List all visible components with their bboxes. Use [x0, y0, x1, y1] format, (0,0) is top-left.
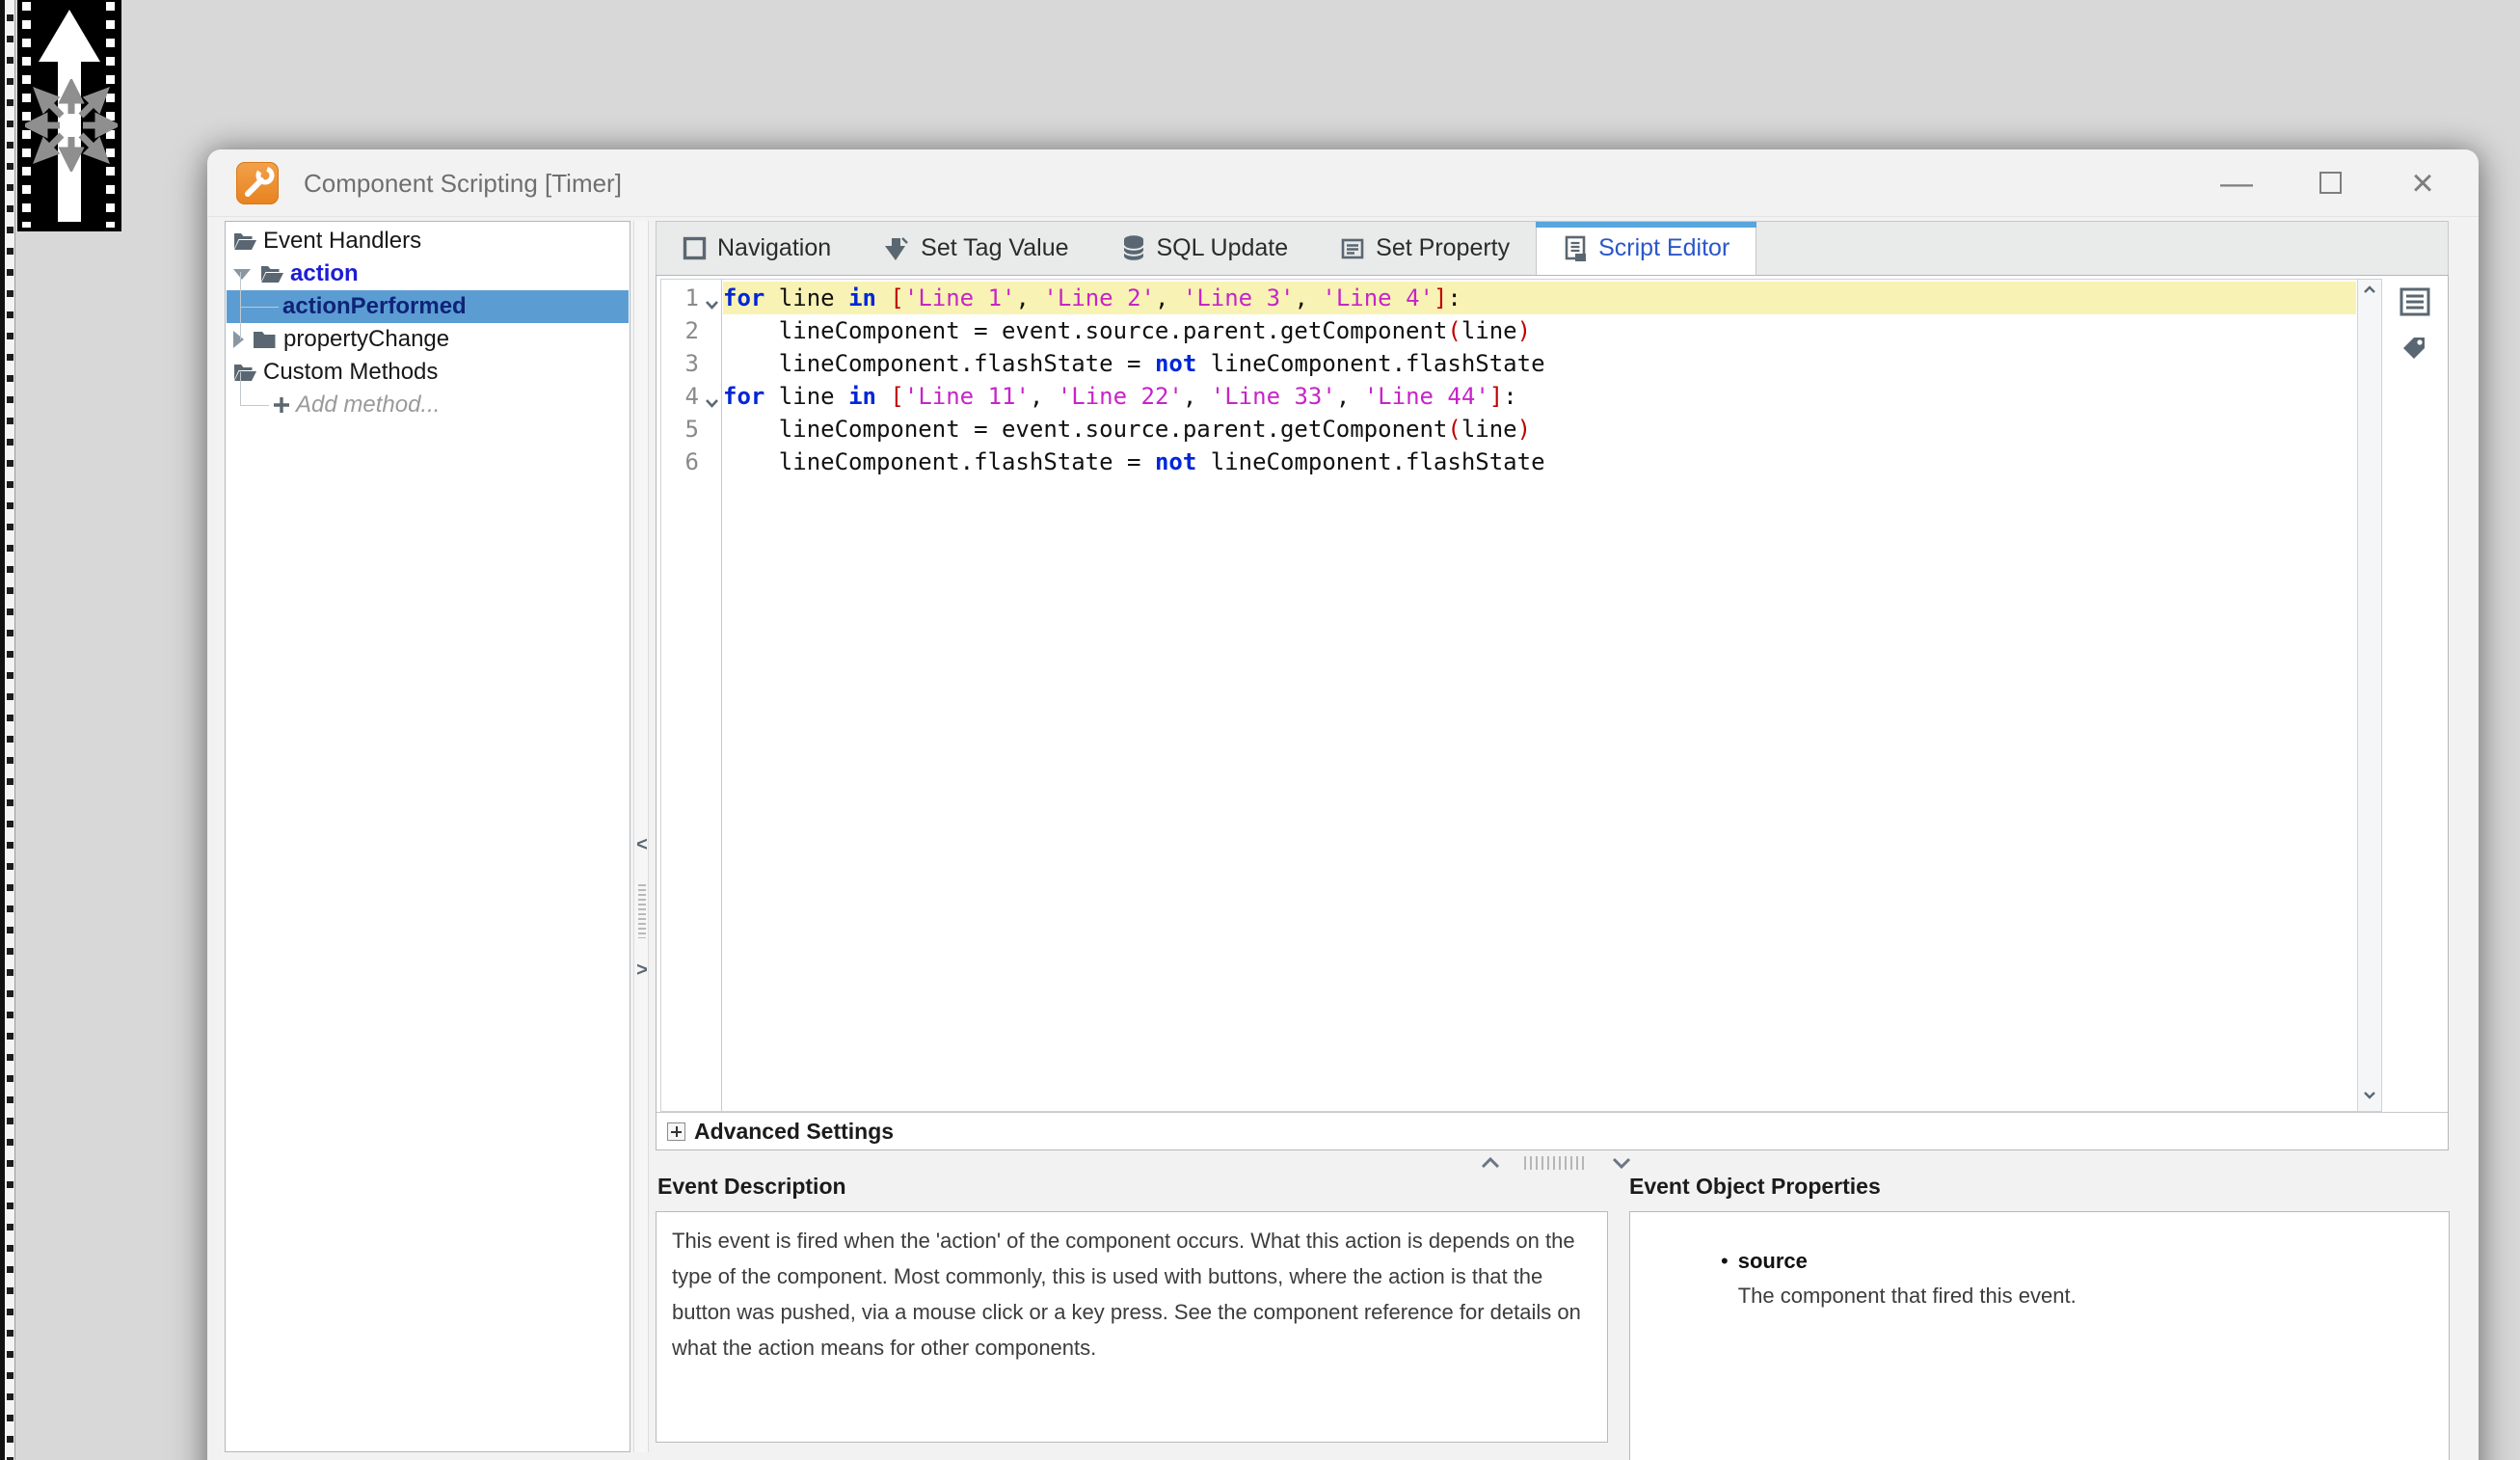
tab-script-editor[interactable]: Script Editor [1536, 222, 1756, 275]
scroll-up-button[interactable] [2358, 283, 2381, 304]
event-tree: Event Handlers action actionPerformed prope… [225, 221, 630, 1452]
designer-screen: Component Scripting [Timer] — × Event Ha… [0, 0, 2520, 1460]
code-line-3[interactable]: lineComponent.flashState = not lineCompo… [723, 347, 2356, 380]
tree-item-label: action [290, 260, 359, 287]
code-line-2[interactable]: lineComponent = event.source.parent.getC… [723, 314, 2356, 347]
event-action-tabs: Navigation Set Tag Value SQL Update Set Pro… [656, 221, 2449, 275]
set-tag-value-icon [883, 235, 910, 262]
tab-label: Navigation [717, 234, 831, 262]
tree-guide-line [240, 405, 269, 406]
expand-arrow-icon[interactable] [233, 331, 244, 348]
scroll-down-button[interactable] [2358, 1087, 2381, 1108]
tab-label: Set Tag Value [921, 234, 1068, 262]
tree-item-label: Add method... [296, 392, 440, 419]
folder-open-icon [258, 263, 284, 285]
event-property-source: • sourceThe component that fired this eve… [1721, 1245, 2429, 1313]
tree-item-event-handlers[interactable]: Event Handlers [227, 225, 629, 257]
expand-right-arrow[interactable]: > [634, 960, 650, 982]
code-line-5[interactable]: lineComponent = event.source.parent.getC… [723, 413, 2356, 446]
arrow-lane-graphic [17, 0, 121, 231]
tab-sql-update[interactable]: SQL Update [1095, 222, 1315, 275]
expand-plus-icon[interactable] [667, 1122, 685, 1141]
splitter-grip[interactable] [638, 884, 646, 938]
event-description-text: This event is fired when the 'action' of… [656, 1211, 1608, 1443]
tab-label: Script Editor [1598, 234, 1729, 262]
code-lines[interactable]: for line in ['Line 1', 'Line 2', 'Line 3… [723, 280, 2356, 1111]
doc-lines-icon[interactable] [2399, 287, 2430, 321]
tree-item-custom-methods[interactable]: Custom Methods [227, 356, 629, 389]
tree-guide-line [240, 307, 279, 308]
component-scripting-dialog: Component Scripting [Timer] — × Event Ha… [207, 149, 2479, 1460]
tree-item-action-performed[interactable]: actionPerformed [227, 290, 629, 323]
tree-guide-line [240, 372, 241, 405]
code-line-1[interactable]: for line in ['Line 1', 'Line 2', 'Line 3… [723, 282, 2356, 314]
line-number: 5 [661, 413, 722, 446]
event-object-properties-list: • sourceThe component that fired this eve… [1629, 1211, 2450, 1460]
splitter-grip[interactable] [1524, 1156, 1588, 1170]
property-description: The component that fired this event. [1738, 1278, 2077, 1313]
event-object-properties-heading: Event Object Properties [1629, 1174, 1881, 1200]
dialog-title: Component Scripting [Timer] [304, 149, 622, 217]
maximize-icon [2319, 172, 2342, 194]
editor-side-toolbar [2386, 276, 2448, 1109]
move-resize-handles-icon [25, 79, 118, 172]
tree-editor-splitter[interactable]: < > [633, 221, 649, 1452]
splitter-down-arrow[interactable] [1611, 1156, 1632, 1170]
code-line-4[interactable]: for line in ['Line 11', 'Line 22', 'Line… [723, 380, 2356, 413]
tree-item-property-change[interactable]: propertyChange [227, 323, 629, 356]
tree-item-action[interactable]: action [227, 257, 629, 290]
collapse-left-arrow[interactable]: < [634, 834, 650, 856]
folder-open-icon [231, 230, 257, 253]
folder-open-icon [231, 362, 257, 384]
line-number: 4 [661, 380, 722, 413]
minimize-button[interactable]: — [2208, 149, 2265, 217]
tab-label: SQL Update [1157, 234, 1289, 262]
tree-item-label: actionPerformed [282, 293, 467, 320]
set-property-icon [1340, 236, 1365, 261]
tree-item-label: propertyChange [283, 326, 449, 353]
line-number: 1 [661, 282, 722, 314]
navigation-icon [683, 236, 707, 260]
bullet-icon: • [1721, 1245, 1729, 1313]
line-number-gutter: 123456 [661, 280, 722, 1111]
event-description-heading: Event Description [657, 1174, 846, 1200]
line-number: 3 [661, 347, 722, 380]
tab-set-tag-value[interactable]: Set Tag Value [857, 222, 1094, 275]
code-editor[interactable]: 123456 for line in ['Line 1', 'Line 2', … [660, 279, 2382, 1112]
code-line-6[interactable]: lineComponent.flashState = not lineCompo… [723, 446, 2356, 478]
advanced-settings-label: Advanced Settings [694, 1119, 894, 1145]
editor-bottom-splitter[interactable] [207, 1150, 2479, 1177]
plus-icon [273, 396, 290, 414]
property-name: source [1738, 1245, 2077, 1278]
editor-scrollbar[interactable] [2357, 280, 2381, 1111]
script-editor-panel: 123456 for line in ['Line 1', 'Line 2', … [656, 275, 2449, 1150]
selection-marching-ants [5, 0, 15, 1460]
tab-set-property[interactable]: Set Property [1314, 222, 1536, 275]
script-editor-icon [1563, 235, 1588, 262]
collapse-arrow-icon[interactable] [233, 269, 251, 280]
sql-update-icon [1121, 234, 1146, 262]
tab-label: Set Property [1376, 234, 1510, 262]
line-number: 2 [661, 314, 722, 347]
tree-guide-line [240, 272, 241, 339]
tag-icon[interactable] [2399, 334, 2428, 367]
line-number: 6 [661, 446, 722, 478]
folder-closed-icon [252, 329, 278, 351]
maximize-button[interactable] [2301, 149, 2359, 217]
tab-navigation[interactable]: Navigation [657, 222, 857, 275]
tree-item-add-method[interactable]: Add method... [227, 389, 629, 421]
close-button[interactable]: × [2394, 149, 2452, 217]
wrench-icon [236, 162, 279, 204]
tree-item-label: Event Handlers [263, 228, 421, 255]
splitter-up-arrow[interactable] [1480, 1156, 1501, 1170]
tree-item-label: Custom Methods [263, 359, 438, 386]
advanced-settings-toggle[interactable]: Advanced Settings [657, 1112, 2448, 1149]
dialog-titlebar[interactable]: Component Scripting [Timer] — × [207, 149, 2479, 217]
